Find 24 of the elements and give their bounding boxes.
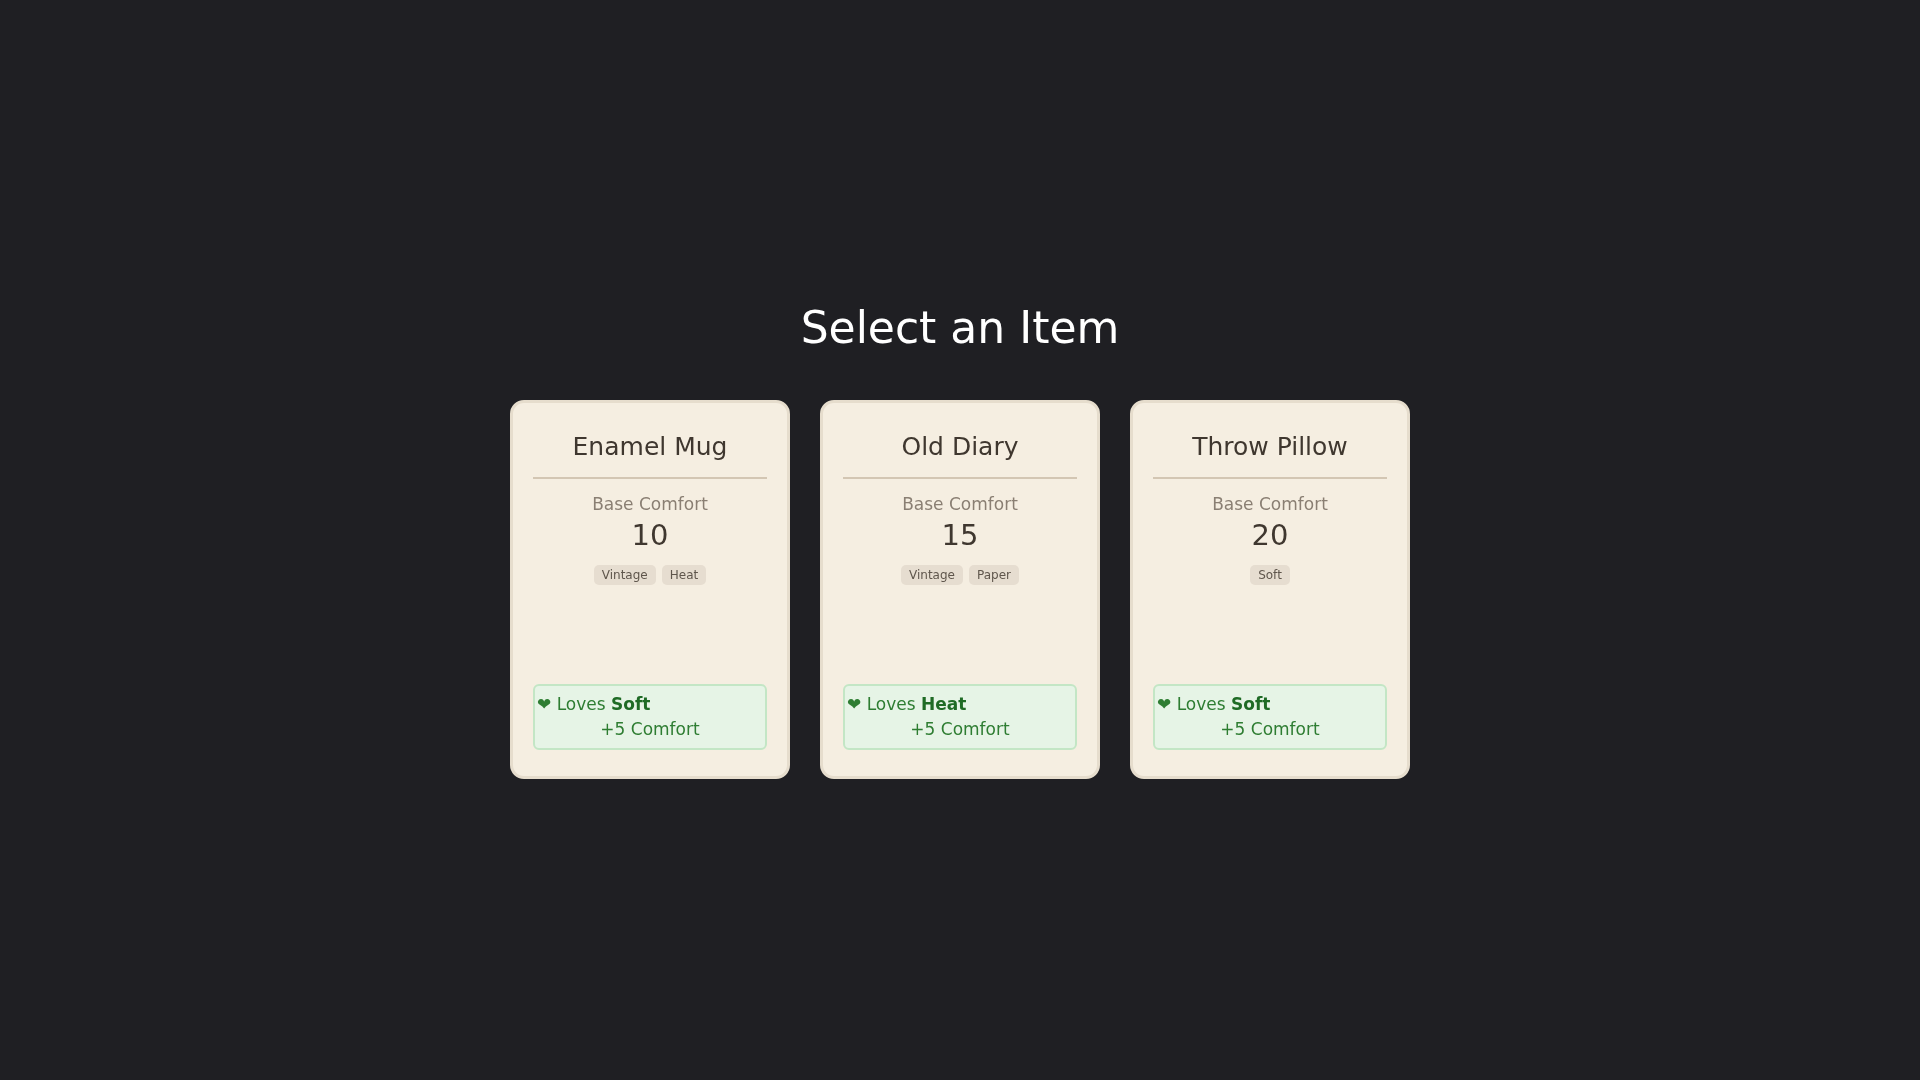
stat-value: 15 <box>941 517 979 554</box>
item-name: Throw Pillow <box>1192 431 1348 463</box>
item-name: Old Diary <box>901 431 1019 463</box>
stat-value: 10 <box>631 517 669 554</box>
bonus-effect: +5 Comfort <box>600 718 700 741</box>
bonus-text: ❤ Loves Soft <box>537 693 651 716</box>
item-card[interactable]: Old Diary Base Comfort 15 Vintage Paper ❤ Loves Heat +5 Comfort <box>820 400 1100 779</box>
page-title: Select an Item <box>800 301 1120 355</box>
bonus-text: ❤ Loves Heat <box>847 693 967 716</box>
item-name: Enamel Mug <box>572 431 728 463</box>
bonus-text: ❤ Loves Soft <box>1157 693 1271 716</box>
stat-label: Base Comfort <box>902 493 1018 515</box>
tag: Vintage <box>901 565 963 585</box>
item-card[interactable]: Throw Pillow Base Comfort 20 Soft ❤ Loves Soft +5 Comfort <box>1130 400 1410 779</box>
tag: Soft <box>1250 565 1290 585</box>
bonus-effect: +5 Comfort <box>910 718 1010 741</box>
item-card[interactable]: Enamel Mug Base Comfort 10 Vintage Heat ❤ Loves Soft +5 Comfort <box>510 400 790 779</box>
tag: Heat <box>661 565 707 585</box>
stat-label: Base Comfort <box>1212 493 1328 515</box>
tag: Vintage <box>593 565 656 585</box>
bonus-effect: +5 Comfort <box>1220 718 1320 741</box>
stat-label: Base Comfort <box>592 493 708 515</box>
tag: Paper <box>969 565 1019 585</box>
stat-value: 20 <box>1251 517 1289 554</box>
